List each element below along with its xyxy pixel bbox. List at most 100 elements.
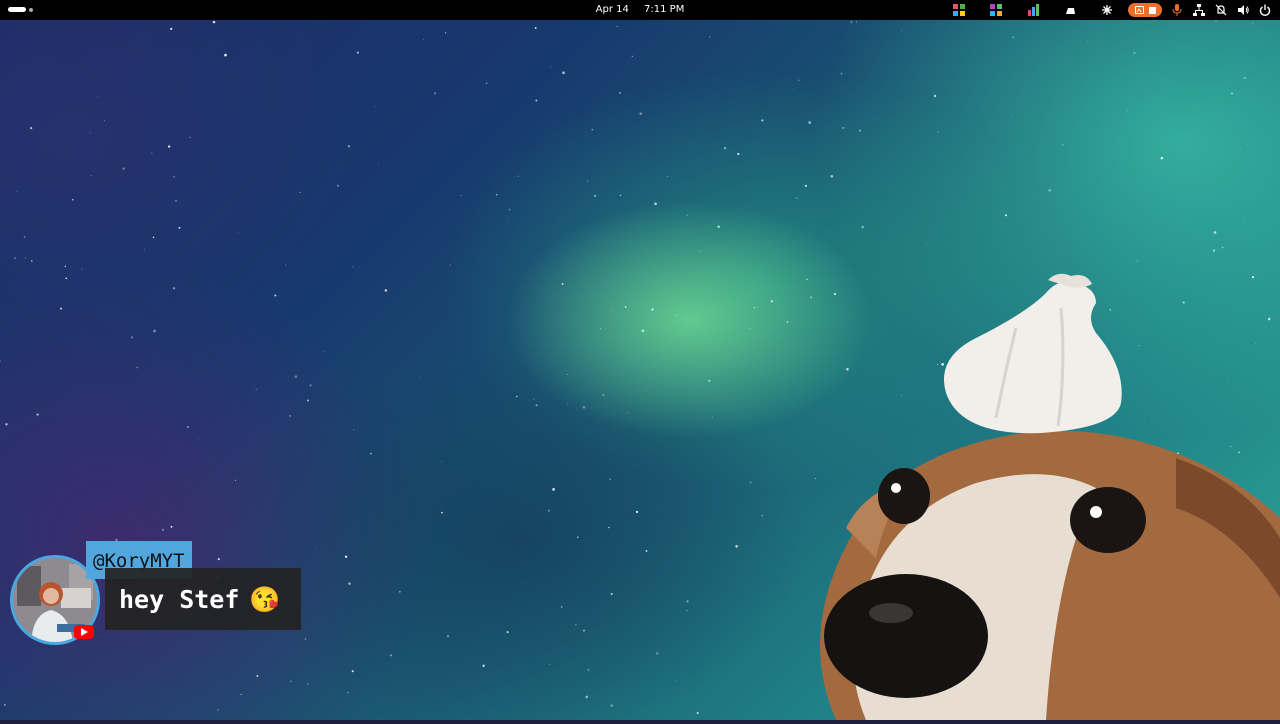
star	[441, 460, 443, 462]
star	[675, 679, 677, 681]
star	[562, 71, 565, 75]
app-indicator-icon[interactable]	[1026, 3, 1040, 17]
star	[122, 167, 125, 170]
star	[186, 426, 189, 428]
stop-record-icon	[1148, 6, 1156, 14]
star	[64, 265, 66, 267]
star	[384, 289, 388, 292]
star	[1087, 41, 1088, 43]
dropbox-icon[interactable]	[1063, 3, 1077, 17]
star	[1213, 231, 1217, 234]
star	[749, 481, 752, 484]
star	[1243, 76, 1247, 80]
star	[583, 629, 585, 632]
star	[582, 406, 586, 409]
star	[616, 26, 618, 27]
chat-message-bubble: hey Stef 😘	[105, 568, 301, 630]
star	[30, 259, 33, 262]
star	[238, 232, 239, 234]
app-indicator-icon[interactable]	[989, 3, 1003, 17]
star	[351, 670, 354, 673]
notifications-muted-icon[interactable]	[1214, 3, 1228, 17]
star	[577, 536, 579, 538]
star	[859, 129, 862, 132]
star	[804, 184, 808, 188]
star	[309, 384, 312, 387]
star	[610, 704, 614, 707]
star	[178, 226, 181, 229]
star	[1012, 36, 1015, 39]
star	[347, 691, 349, 694]
star	[167, 145, 171, 148]
star	[708, 379, 711, 382]
system-tray	[929, 3, 1272, 17]
star	[104, 120, 106, 122]
star	[1127, 110, 1128, 111]
star	[240, 693, 242, 695]
kiss-emoji-icon: 😘	[249, 585, 281, 614]
star	[255, 388, 257, 391]
star	[65, 277, 68, 280]
star	[792, 89, 794, 90]
volume-icon[interactable]	[1236, 3, 1250, 17]
app-indicator-icon[interactable]	[952, 3, 966, 17]
star	[496, 194, 498, 196]
star	[780, 288, 782, 290]
star	[619, 92, 621, 94]
power-icon[interactable]	[1258, 3, 1272, 17]
star	[585, 695, 589, 699]
star	[686, 214, 688, 216]
star	[1062, 144, 1064, 146]
star	[717, 225, 720, 228]
star	[561, 283, 564, 285]
microphone-icon[interactable]	[1170, 3, 1184, 17]
star	[290, 680, 292, 683]
star	[71, 198, 74, 201]
star	[639, 112, 642, 115]
top-panel: Apr 14 7:11 PM	[0, 0, 1280, 20]
star	[161, 528, 165, 532]
star	[723, 146, 727, 150]
sync-icon[interactable]	[1100, 3, 1114, 17]
star	[753, 306, 756, 309]
star	[937, 131, 939, 133]
star	[324, 351, 325, 353]
workspace-active-indicator	[8, 7, 26, 12]
star	[81, 268, 83, 270]
star	[460, 194, 462, 196]
star	[151, 152, 153, 154]
star	[761, 514, 764, 517]
star	[445, 32, 447, 34]
star	[256, 675, 259, 677]
star	[1048, 189, 1052, 192]
star	[446, 635, 450, 638]
star	[1011, 115, 1013, 117]
star	[654, 202, 657, 206]
star	[534, 27, 537, 30]
star	[317, 357, 318, 359]
star	[344, 555, 348, 558]
star	[153, 329, 156, 333]
star	[217, 709, 219, 711]
star	[575, 623, 577, 626]
star	[808, 121, 811, 124]
network-icon[interactable]	[1192, 3, 1206, 17]
star	[837, 25, 839, 26]
star	[830, 175, 834, 178]
youtube-icon	[74, 625, 94, 639]
clock-time[interactable]: 7:11 PM	[644, 4, 684, 15]
star	[341, 689, 342, 690]
star	[552, 488, 555, 491]
screen-record-indicator[interactable]	[1128, 3, 1162, 17]
clock-date[interactable]: Apr 14	[596, 4, 629, 15]
star	[36, 413, 39, 416]
star	[3, 703, 6, 706]
star	[1160, 156, 1164, 160]
star	[5, 423, 8, 426]
activities-indicator[interactable]	[8, 7, 33, 12]
star	[422, 38, 424, 40]
star	[172, 287, 176, 290]
star	[709, 36, 711, 38]
star	[792, 119, 794, 121]
star	[347, 145, 351, 148]
